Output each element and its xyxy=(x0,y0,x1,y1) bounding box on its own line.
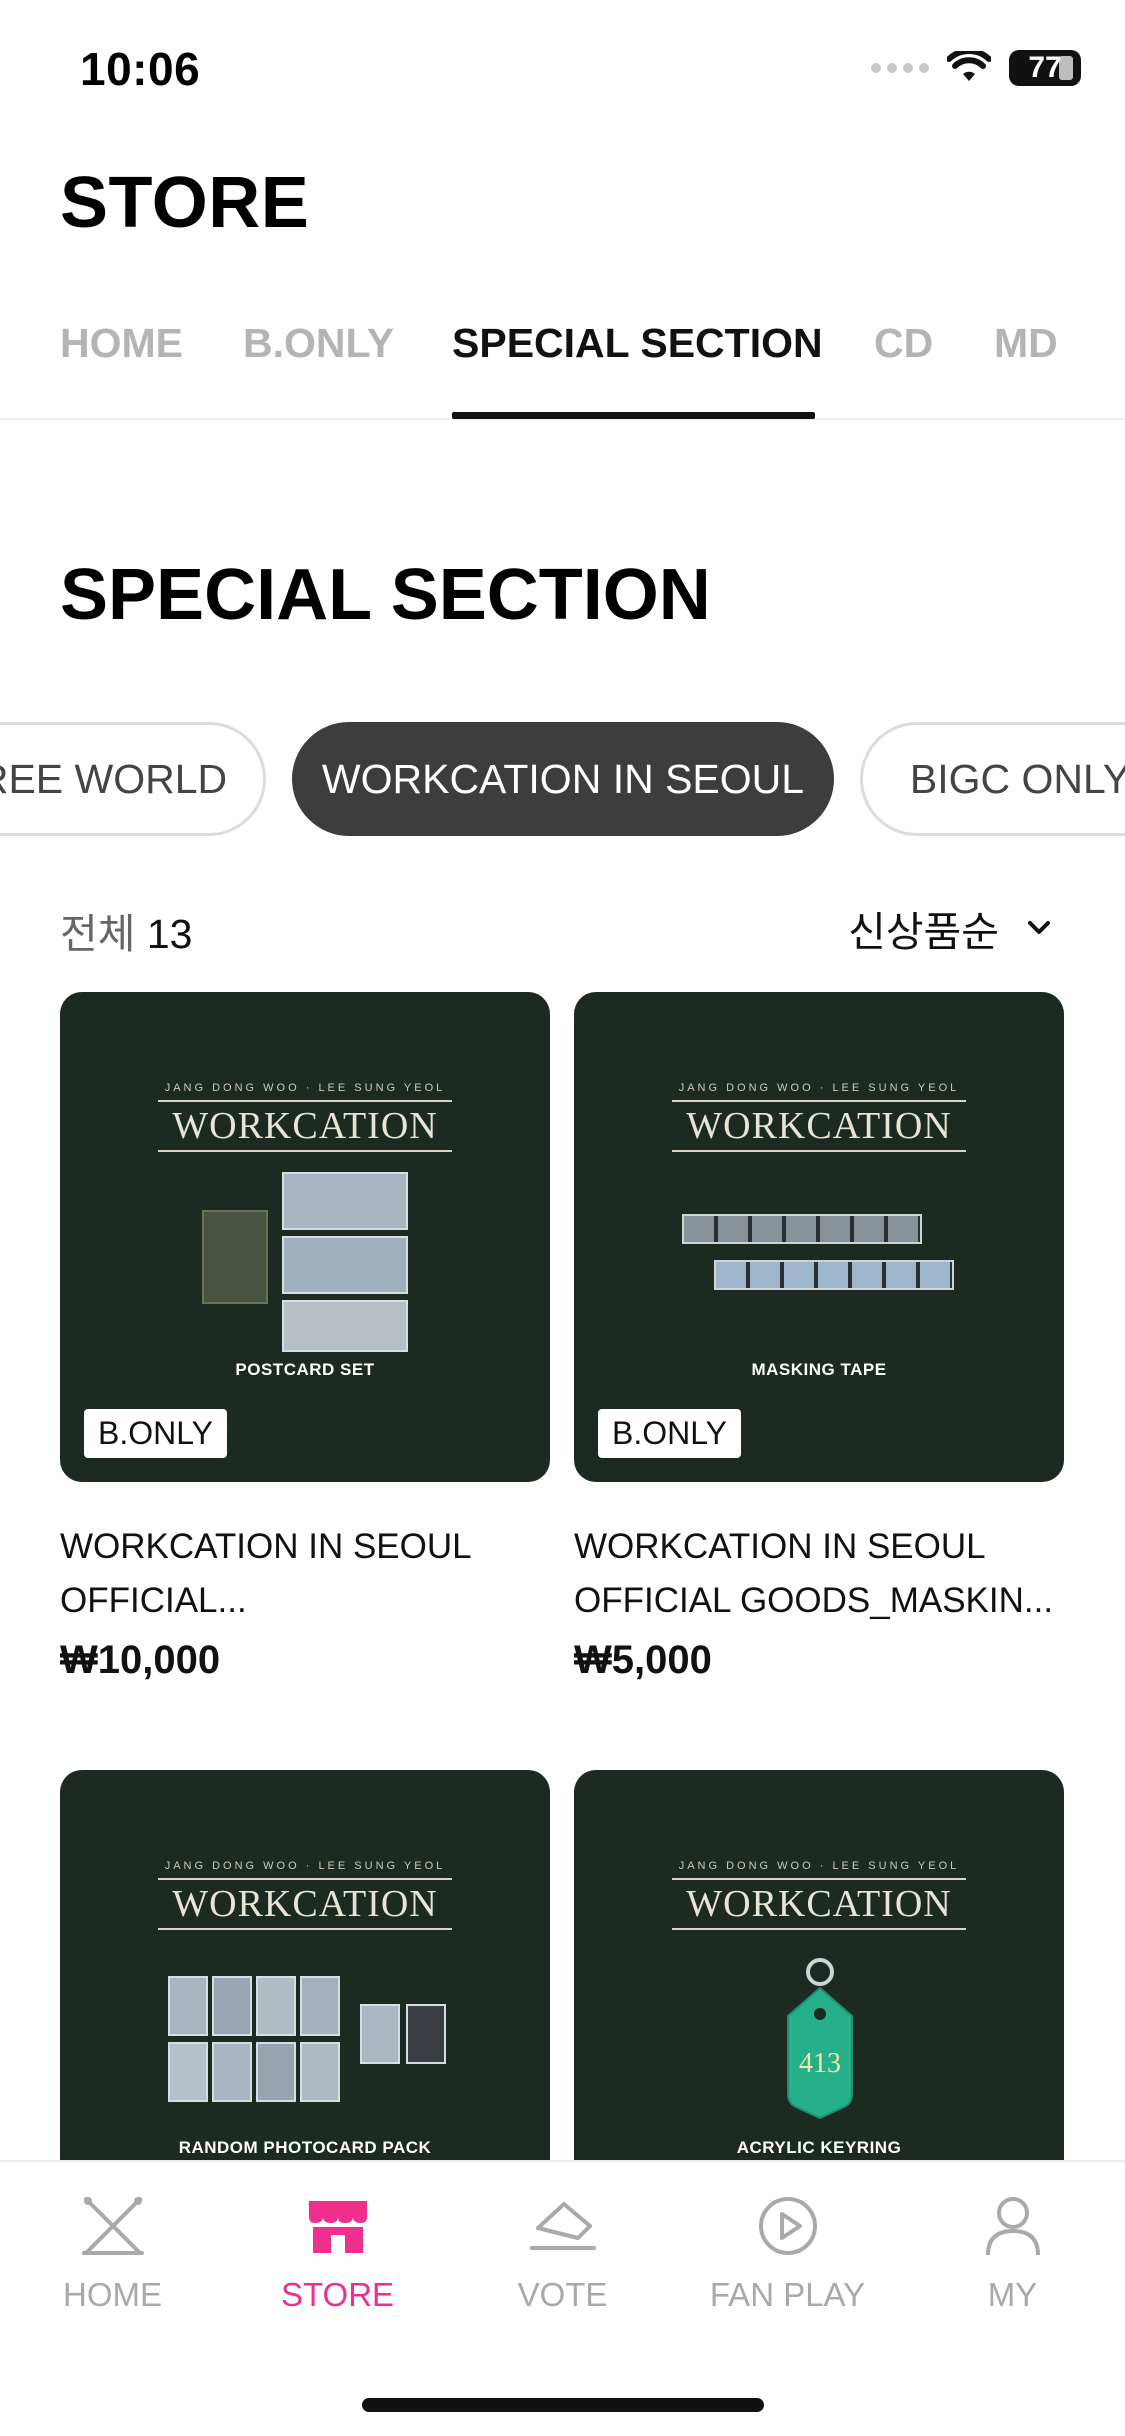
chip-bigc-only[interactable]: BIGC ONLY xyxy=(860,722,1125,836)
nav-fan-play[interactable]: FAN PLAY xyxy=(675,2190,900,2314)
chip-workcation-in-seoul[interactable]: WORKCATION IN SEOUL xyxy=(292,722,834,836)
brand-artists: JANG DONG WOO · LEE SUNG YEOL xyxy=(678,1860,960,1872)
collection-chips: REE WORLD WORKCATION IN SEOUL BIGC ONLY xyxy=(0,722,1125,836)
postcard-photo xyxy=(282,1236,408,1294)
chip-ree-world[interactable]: REE WORLD xyxy=(0,722,266,836)
nav-fan-play-label: FAN PLAY xyxy=(709,2276,866,2313)
status-bar: 10:06 77 xyxy=(0,0,1125,140)
postcard-photo xyxy=(282,1300,408,1352)
user-icon xyxy=(985,2197,1040,2256)
product-caption: ACRYLIC KEYRING xyxy=(736,2138,902,2157)
battery-icon: 77 xyxy=(1009,50,1081,86)
status-icons: 77 xyxy=(871,50,1081,86)
section-title: SPECIAL SECTION xyxy=(60,555,711,635)
tab-md[interactable]: MD xyxy=(994,320,1058,367)
nav-home[interactable]: HOME xyxy=(0,2190,225,2314)
product-caption: POSTCARD SET xyxy=(235,1360,375,1379)
product-price: ₩10,000 xyxy=(60,1638,221,1682)
keyring-icon: 413 xyxy=(787,1958,853,2120)
vote-ticket-icon xyxy=(529,2202,596,2250)
sort-dropdown[interactable]: 신상품순 xyxy=(848,898,1053,958)
photocard xyxy=(360,2004,400,2064)
photocard xyxy=(300,2042,340,2102)
sort-label: 신상품순 xyxy=(848,909,999,955)
product-image[interactable]: JANG DONG WOO · LEE SUNG YEOL WORKCATION… xyxy=(574,992,1064,1482)
nav-my-label: MY xyxy=(987,2276,1038,2313)
home-indicator xyxy=(362,2398,764,2412)
postcard-photo xyxy=(282,1172,408,1230)
nav-store[interactable]: STORE xyxy=(225,2190,450,2314)
product-name[interactable]: WORKCATION IN SEOUL OFFICIAL... xyxy=(60,1520,550,1628)
brand-logo: JANG DONG WOO · LEE SUNG YEOL WORKCATION xyxy=(574,1860,1064,1930)
brand-wordmark: WORKCATION xyxy=(672,1100,966,1152)
cellular-signal-icon xyxy=(871,63,929,73)
product-image[interactable]: JANG DONG WOO · LEE SUNG YEOL WORKCATION… xyxy=(60,992,550,1482)
top-tab-bar: HOME B.ONLY SPECIAL SECTION CD MD xyxy=(0,290,1125,420)
product-count: 전체 13 xyxy=(60,900,192,960)
postcard-envelope xyxy=(202,1210,268,1304)
product-name[interactable]: WORKCATION IN SEOUL OFFICIAL GOODS_MASKI… xyxy=(574,1520,1064,1628)
product-card[interactable]: JANG DONG WOO · LEE SUNG YEOL WORKCATION… xyxy=(574,992,1064,1683)
nav-vote[interactable]: VOTE xyxy=(450,2190,675,2314)
b-only-badge: B.ONLY xyxy=(84,1409,227,1458)
brand-logo: JANG DONG WOO · LEE SUNG YEOL WORKCATION xyxy=(574,1082,1064,1152)
active-tab-indicator xyxy=(452,412,815,419)
chevron-down-icon xyxy=(1028,921,1050,934)
nav-home-label: HOME xyxy=(63,2276,162,2313)
brand-artists: JANG DONG WOO · LEE SUNG YEOL xyxy=(164,1082,446,1094)
tab-cd[interactable]: CD xyxy=(874,320,933,367)
product-card[interactable]: JANG DONG WOO · LEE SUNG YEOL WORKCATION… xyxy=(60,992,550,1683)
brand-wordmark: WORKCATION xyxy=(158,1878,452,1930)
store-icon xyxy=(308,2201,367,2253)
tab-special-section[interactable]: SPECIAL SECTION xyxy=(452,320,823,367)
wifi-icon xyxy=(947,51,991,81)
brand-wordmark: WORKCATION xyxy=(672,1878,966,1930)
photocard xyxy=(212,1976,252,2036)
count-label: 전체 xyxy=(60,911,136,957)
nav-vote-label: VOTE xyxy=(517,2276,608,2313)
product-caption: MASKING TAPE xyxy=(751,1360,887,1379)
home-logo-icon xyxy=(81,2197,144,2255)
brand-artists: JANG DONG WOO · LEE SUNG YEOL xyxy=(164,1860,446,1872)
masking-tape-strip xyxy=(714,1260,954,1290)
photocard xyxy=(212,2042,252,2102)
masking-tape-strip xyxy=(682,1214,922,1244)
count-value: 13 xyxy=(146,911,193,957)
tab-b-only[interactable]: B.ONLY xyxy=(243,320,394,367)
bottom-navigation: HOME STORE VOTE FAN PLAY MY xyxy=(0,2160,1125,2436)
nav-store-label: STORE xyxy=(280,2276,395,2313)
brand-wordmark: WORKCATION xyxy=(158,1100,452,1152)
nav-my[interactable]: MY xyxy=(900,2190,1125,2314)
photocard-back xyxy=(406,2004,446,2064)
keyring-number: 413 xyxy=(799,2048,841,2079)
b-only-badge: B.ONLY xyxy=(598,1409,741,1458)
photocard xyxy=(300,1976,340,2036)
photocard xyxy=(168,1976,208,2036)
photocard xyxy=(256,2042,296,2102)
photocard xyxy=(256,1976,296,2036)
status-time: 10:06 xyxy=(80,43,201,95)
brand-logo: JANG DONG WOO · LEE SUNG YEOL WORKCATION xyxy=(60,1082,550,1152)
brand-artists: JANG DONG WOO · LEE SUNG YEOL xyxy=(678,1082,960,1094)
play-circle-icon xyxy=(758,2197,817,2255)
product-price: ₩5,000 xyxy=(574,1638,712,1682)
photocard xyxy=(168,2042,208,2102)
page-title: STORE xyxy=(60,163,310,243)
battery-level: 77 xyxy=(1028,51,1062,84)
product-caption: RANDOM PHOTOCARD PACK xyxy=(178,2138,432,2157)
tab-home[interactable]: HOME xyxy=(60,320,183,367)
brand-logo: JANG DONG WOO · LEE SUNG YEOL WORKCATION xyxy=(60,1860,550,1930)
